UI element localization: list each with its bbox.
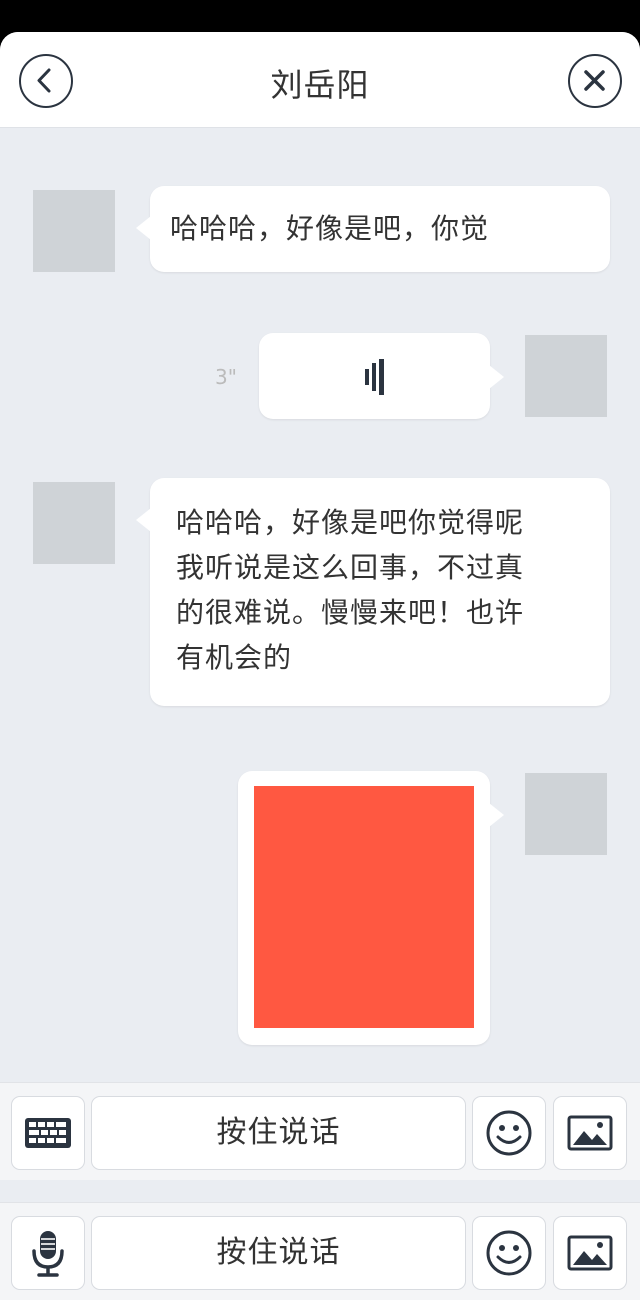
image-button[interactable] — [553, 1096, 627, 1170]
message-line: 的很难说。慢慢来吧！也许 — [176, 596, 525, 629]
hold-to-talk-button[interactable]: 按住说话 — [91, 1096, 466, 1170]
microphone-icon — [32, 1231, 64, 1277]
contact-avatar[interactable] — [33, 190, 115, 272]
emoji-button[interactable] — [472, 1096, 546, 1170]
message-line: 有机会的 — [176, 641, 293, 674]
message-bubble[interactable]: 哈哈哈，好像是吧，你觉 — [136, 186, 610, 272]
hold-to-talk-button[interactable]: 按住说话 — [91, 1216, 466, 1290]
keyboard-toggle-button[interactable] — [11, 1096, 85, 1170]
chat-header: 刘岳阳 — [0, 32, 640, 128]
voice-bars-icon — [365, 359, 384, 395]
contact-avatar[interactable] — [33, 482, 115, 564]
message-line: 我听说是这么回事，不过真 — [176, 551, 525, 584]
emoji-button[interactable] — [472, 1216, 546, 1290]
chat-screen: 刘岳阳 哈哈哈，好像是吧，你觉 3" 哈哈哈，好像是吧你觉得呢 我听说是这么回事… — [0, 32, 640, 1300]
input-toolbar: 按住说话 — [0, 1202, 640, 1300]
smiley-icon — [486, 1230, 532, 1276]
voice-message-bubble[interactable] — [259, 333, 504, 419]
image-icon — [567, 1235, 613, 1271]
message-text: 哈哈哈，好像是吧你觉得呢 我听说是这么回事，不过真 的很难说。慢慢来吧！也许 有… — [176, 500, 524, 680]
message-line: 哈哈哈，好像是吧你觉得呢 — [176, 506, 525, 539]
page-title: 刘岳阳 — [270, 66, 370, 104]
message-image[interactable] — [254, 786, 474, 1028]
status-bar — [0, 0, 640, 34]
image-button[interactable] — [553, 1216, 627, 1290]
voice-duration: 3" — [215, 365, 237, 389]
image-message-bubble[interactable] — [238, 771, 504, 1045]
input-toolbar: 按住说话 — [0, 1082, 640, 1180]
keyboard-icon — [25, 1118, 71, 1148]
message-bubble[interactable]: 哈哈哈，好像是吧你觉得呢 我听说是这么回事，不过真 的很难说。慢慢来吧！也许 有… — [136, 478, 610, 706]
message-text: 哈哈哈，好像是吧，你觉 — [170, 212, 490, 245]
smiley-icon — [486, 1110, 532, 1156]
close-icon — [584, 70, 605, 91]
my-avatar[interactable] — [525, 335, 607, 417]
close-button[interactable] — [568, 54, 622, 108]
image-icon — [567, 1115, 613, 1151]
voice-toggle-button[interactable] — [11, 1216, 85, 1290]
my-avatar[interactable] — [525, 773, 607, 855]
